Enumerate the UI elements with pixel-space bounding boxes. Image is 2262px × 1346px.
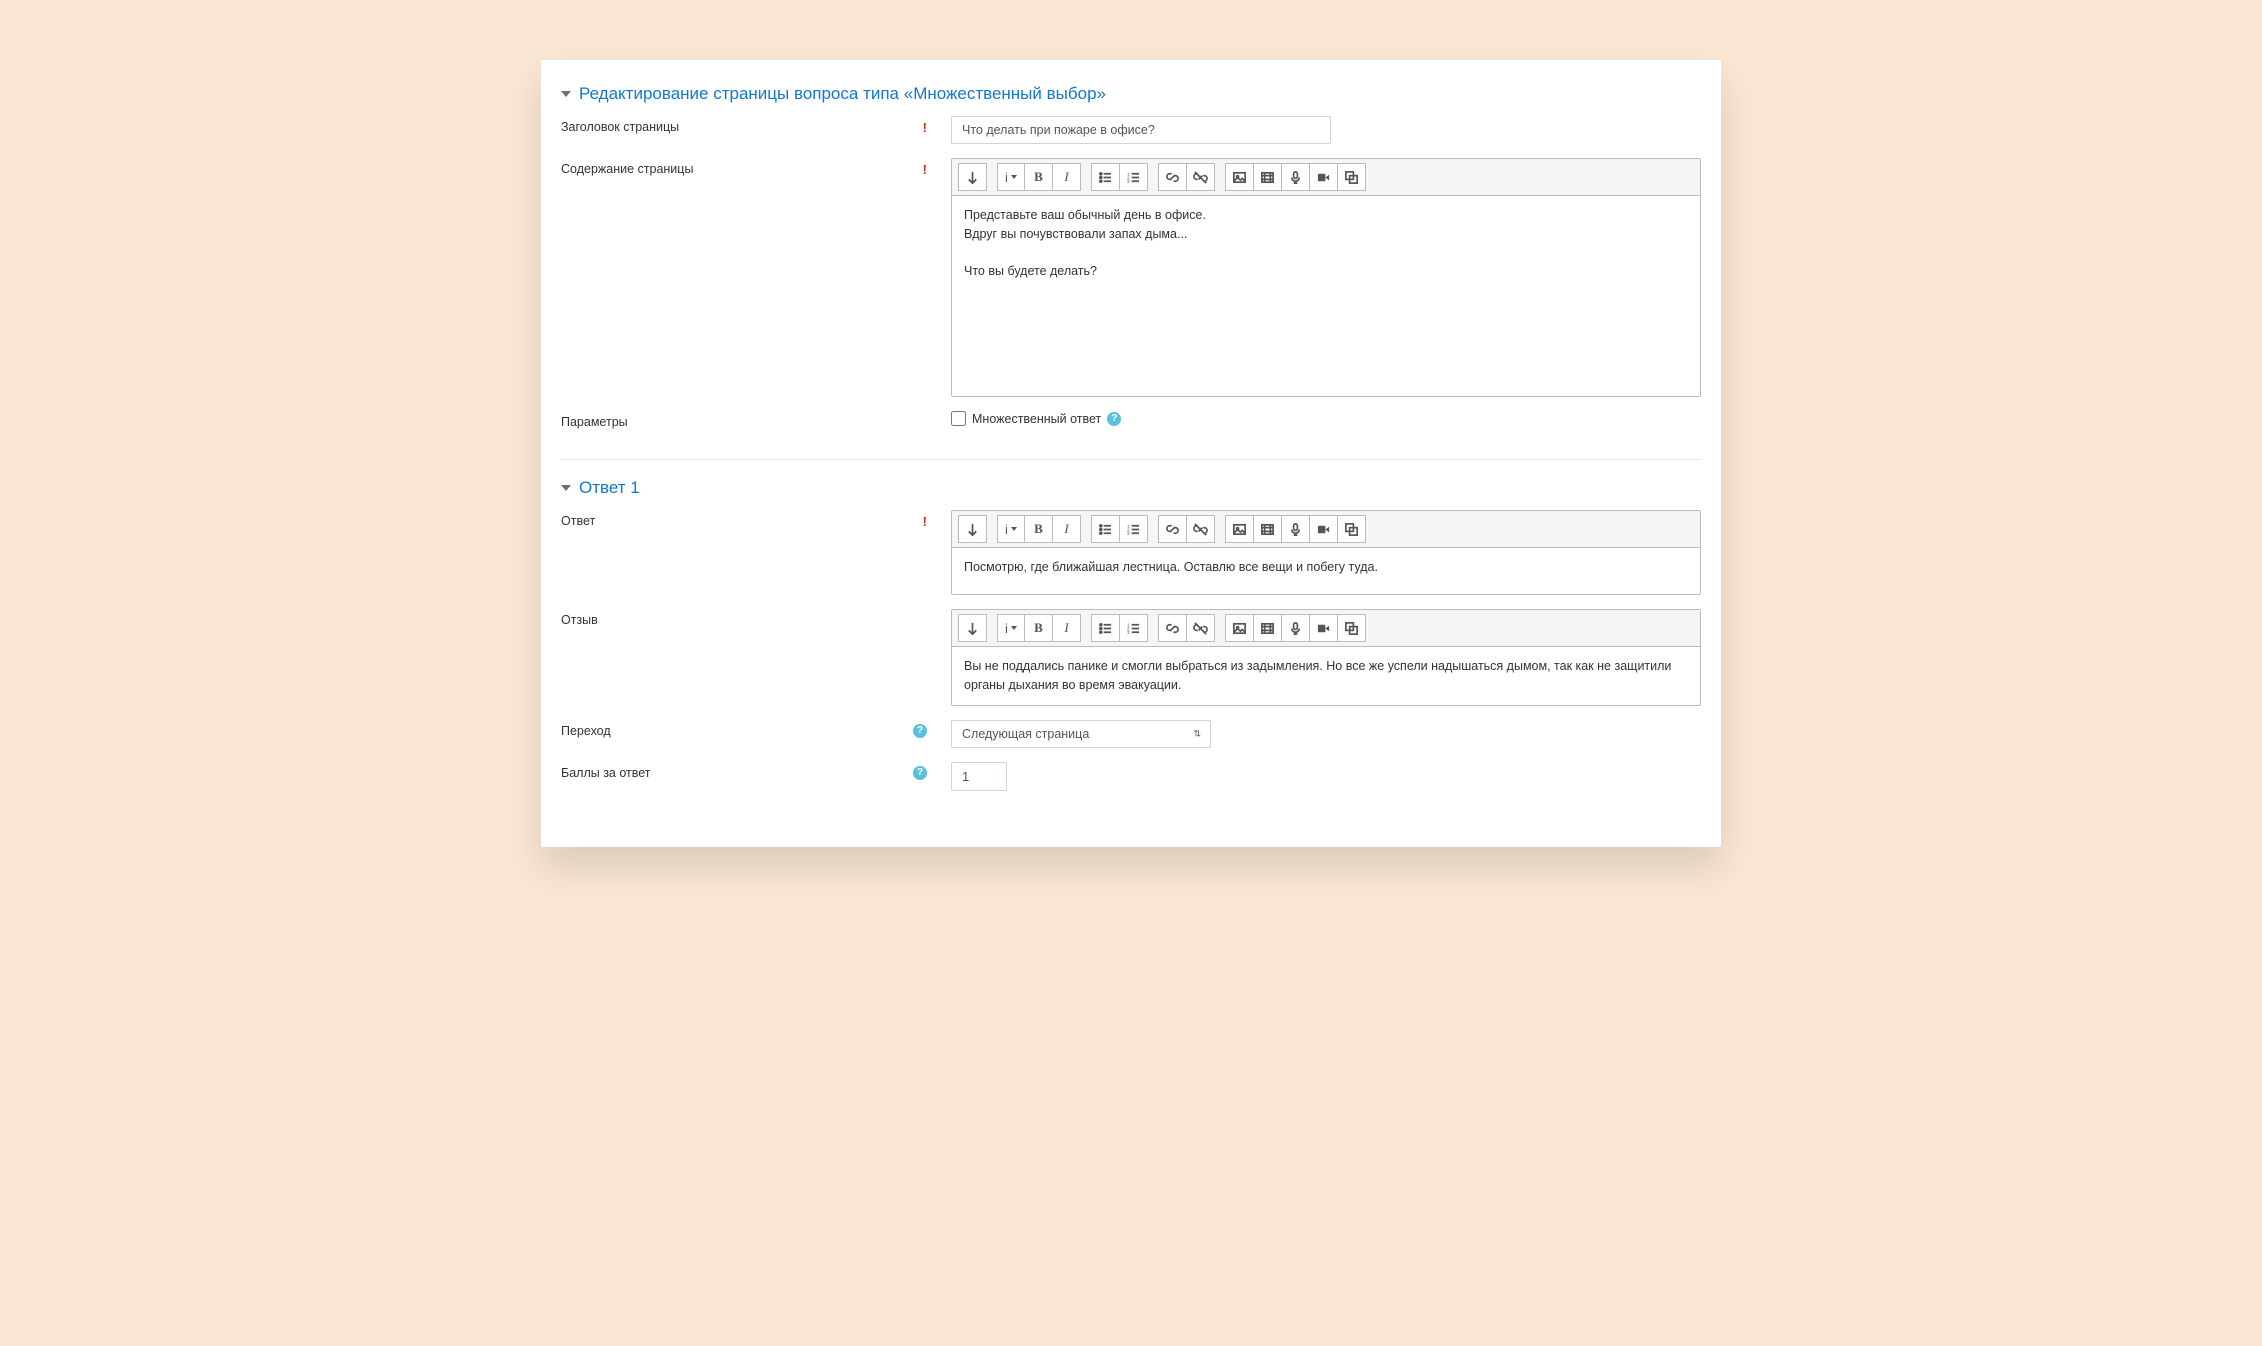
page-content-textarea[interactable]: Представьте ваш обычный день в офисе. Вд…	[952, 196, 1700, 396]
feedback-editor: i B I 123	[951, 609, 1701, 706]
section-answer1: Ответ 1 Ответ ! i B I	[541, 468, 1721, 813]
editor-toolbar: i B I 123	[952, 511, 1700, 548]
score-input[interactable]	[951, 762, 1007, 791]
caret-down-icon	[561, 91, 571, 97]
feedback-label: Отзыв	[561, 613, 598, 627]
toolbar-image-button[interactable]	[1225, 515, 1254, 543]
answer-editor: i B I 123	[951, 510, 1701, 595]
svg-text:3: 3	[1127, 630, 1130, 635]
toolbar-mic-button[interactable]	[1282, 163, 1310, 191]
toolbar-video-button[interactable]	[1310, 163, 1338, 191]
toolbar-bold-button[interactable]: B	[1025, 614, 1053, 642]
row-options: Параметры Множественный ответ ?	[561, 407, 1701, 439]
toolbar-ul-button[interactable]	[1091, 614, 1120, 642]
toolbar-manage-button[interactable]	[1338, 614, 1366, 642]
toolbar-paragraph-button[interactable]: i	[997, 614, 1025, 642]
multi-answer-label: Множественный ответ	[972, 412, 1101, 426]
divider	[561, 459, 1701, 460]
jump-select[interactable]: Следующая страница	[951, 720, 1211, 748]
multi-answer-field[interactable]: Множественный ответ ?	[951, 411, 1701, 426]
toolbar-media-button[interactable]	[1254, 163, 1282, 191]
row-page-content: Содержание страницы ! i B I	[561, 154, 1701, 407]
toolbar-ol-button[interactable]: 123	[1120, 515, 1148, 543]
toolbar-unlink-button[interactable]	[1187, 614, 1215, 642]
required-icon: !	[923, 514, 927, 529]
row-feedback: Отзыв i B I 123	[561, 605, 1701, 716]
help-icon[interactable]: ?	[1107, 412, 1121, 426]
toolbar-video-button[interactable]	[1310, 515, 1338, 543]
page-title-input[interactable]	[951, 116, 1331, 144]
row-jump: Переход ? Следующая страница	[561, 716, 1701, 758]
form-card: Редактирование страницы вопроса типа «Мн…	[541, 60, 1721, 847]
toolbar-bold-button[interactable]: B	[1025, 163, 1053, 191]
toolbar-expand-button[interactable]	[958, 515, 987, 543]
page-content-label: Содержание страницы	[561, 162, 693, 176]
toolbar-mic-button[interactable]	[1282, 515, 1310, 543]
svg-text:3: 3	[1127, 179, 1130, 184]
jump-label: Переход	[561, 724, 611, 738]
section-answer1-title: Ответ 1	[579, 478, 640, 498]
toolbar-expand-button[interactable]	[958, 614, 987, 642]
row-answer: Ответ ! i B I 123	[561, 506, 1701, 605]
toolbar-image-button[interactable]	[1225, 614, 1254, 642]
page-content-editor: i B I 123	[951, 158, 1701, 397]
toolbar-unlink-button[interactable]	[1187, 163, 1215, 191]
toolbar-expand-button[interactable]	[958, 163, 987, 191]
answer-label: Ответ	[561, 514, 595, 528]
help-icon[interactable]: ?	[913, 724, 927, 738]
score-label: Баллы за ответ	[561, 766, 651, 780]
toolbar-unlink-button[interactable]	[1187, 515, 1215, 543]
toolbar-italic-button[interactable]: I	[1053, 515, 1081, 543]
toolbar-media-button[interactable]	[1254, 515, 1282, 543]
toolbar-italic-button[interactable]: I	[1053, 163, 1081, 191]
answer-textarea[interactable]: Посмотрю, где ближайшая лестница. Оставл…	[952, 548, 1700, 594]
toolbar-ol-button[interactable]: 123	[1120, 614, 1148, 642]
row-score: Баллы за ответ ?	[561, 758, 1701, 801]
toolbar-bold-button[interactable]: B	[1025, 515, 1053, 543]
toolbar-ul-button[interactable]	[1091, 515, 1120, 543]
toolbar-ul-button[interactable]	[1091, 163, 1120, 191]
editor-toolbar: i B I 123	[952, 159, 1700, 196]
page-title-label: Заголовок страницы	[561, 120, 679, 134]
multi-answer-checkbox[interactable]	[951, 411, 966, 426]
help-icon[interactable]: ?	[913, 766, 927, 780]
toolbar-link-button[interactable]	[1158, 515, 1187, 543]
caret-down-icon	[561, 485, 571, 491]
toolbar-ol-button[interactable]: 123	[1120, 163, 1148, 191]
toolbar-italic-button[interactable]: I	[1053, 614, 1081, 642]
toolbar-manage-button[interactable]	[1338, 163, 1366, 191]
toolbar-link-button[interactable]	[1158, 163, 1187, 191]
svg-text:3: 3	[1127, 531, 1130, 536]
toolbar-link-button[interactable]	[1158, 614, 1187, 642]
editor-toolbar: i B I 123	[952, 610, 1700, 647]
section-question-toggle[interactable]: Редактирование страницы вопроса типа «Мн…	[561, 84, 1701, 104]
toolbar-mic-button[interactable]	[1282, 614, 1310, 642]
section-question: Редактирование страницы вопроса типа «Мн…	[541, 74, 1721, 451]
toolbar-media-button[interactable]	[1254, 614, 1282, 642]
options-label: Параметры	[561, 415, 628, 429]
section-answer1-toggle[interactable]: Ответ 1	[561, 478, 1701, 498]
required-icon: !	[923, 120, 927, 135]
required-icon: !	[923, 162, 927, 177]
toolbar-manage-button[interactable]	[1338, 515, 1366, 543]
toolbar-paragraph-button[interactable]: i	[997, 515, 1025, 543]
section-question-title: Редактирование страницы вопроса типа «Мн…	[579, 84, 1106, 104]
feedback-textarea[interactable]: Вы не поддались панике и смогли выбратьс…	[952, 647, 1700, 705]
toolbar-video-button[interactable]	[1310, 614, 1338, 642]
toolbar-image-button[interactable]	[1225, 163, 1254, 191]
row-page-title: Заголовок страницы !	[561, 112, 1701, 154]
toolbar-paragraph-button[interactable]: i	[997, 163, 1025, 191]
